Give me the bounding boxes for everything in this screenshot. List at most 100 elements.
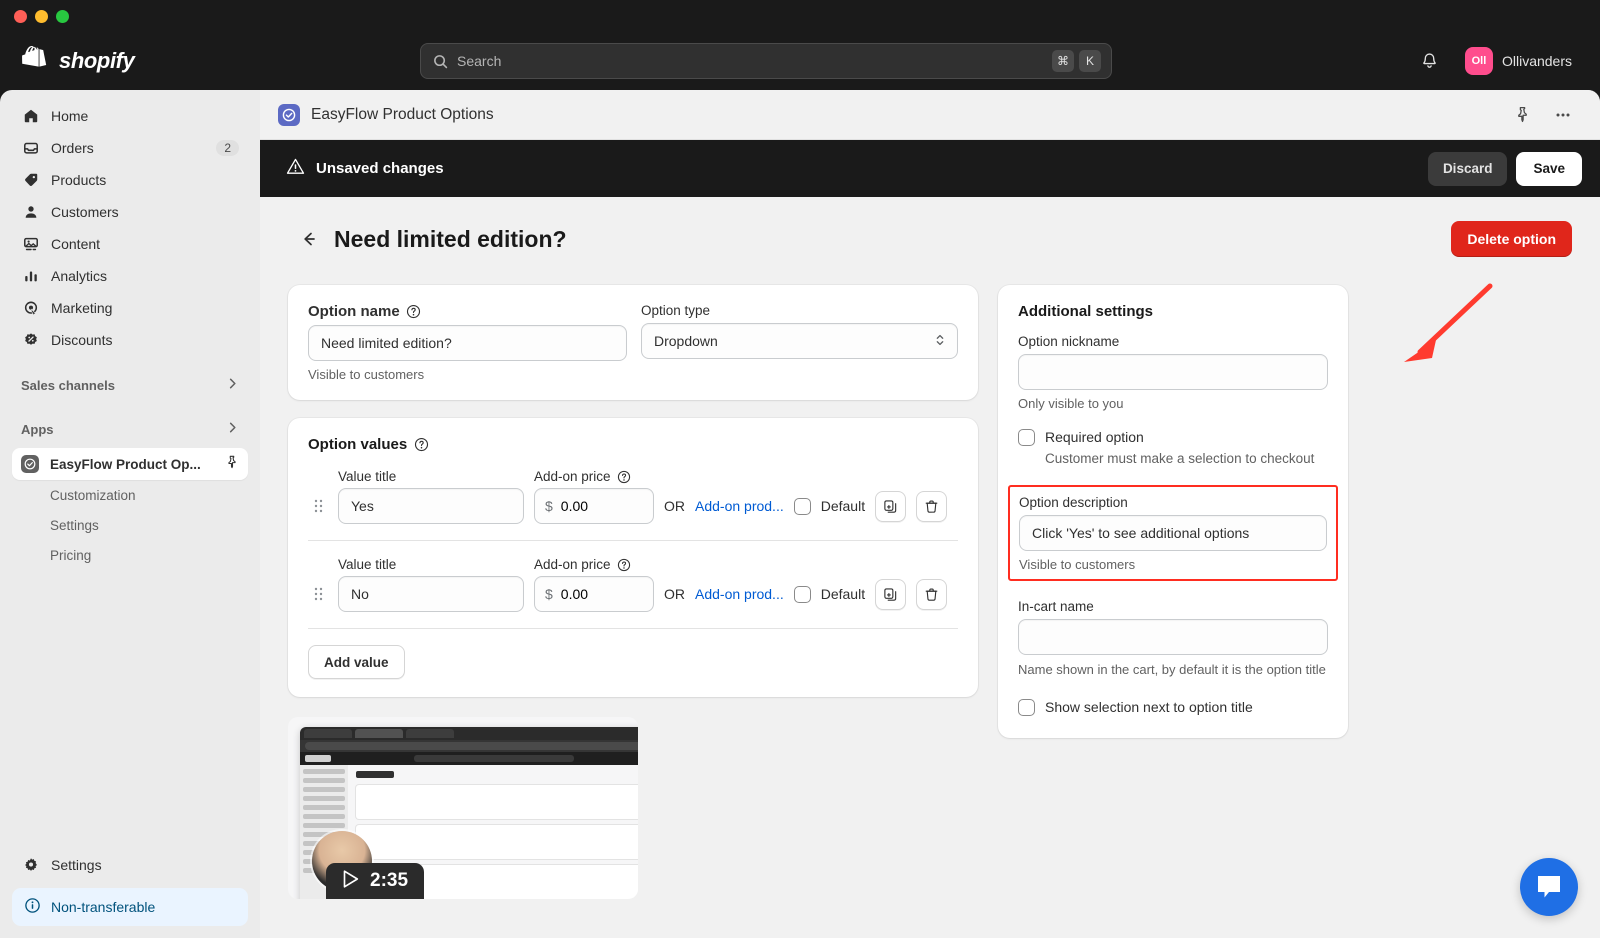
page-scroll-region[interactable]: Need limited edition? Delete option Opti…: [260, 197, 1600, 938]
sidebar-item-marketing[interactable]: Marketing: [12, 292, 248, 323]
sidebar-item-content[interactable]: Content: [12, 228, 248, 259]
app-title: EasyFlow Product Options: [311, 105, 494, 123]
sidebar-item-discounts[interactable]: Discounts: [12, 324, 248, 355]
sidebar-item-label: Settings: [51, 856, 102, 873]
addon-price-input[interactable]: $ 0.00: [534, 576, 654, 612]
sidebar-item-analytics[interactable]: Analytics: [12, 260, 248, 291]
show-selection-group: Show selection next to option title: [1018, 699, 1328, 717]
sidebar-item-products[interactable]: Products: [12, 164, 248, 195]
page-title: Need limited edition?: [334, 225, 567, 252]
question-circle-icon[interactable]: [617, 557, 632, 572]
question-circle-icon[interactable]: [617, 469, 632, 484]
sidebar-item-label: Customers: [51, 203, 119, 220]
sidebar-group-apps[interactable]: Apps: [12, 414, 248, 444]
window-maximize-button[interactable]: [56, 9, 69, 23]
home-icon: [21, 108, 40, 124]
save-button[interactable]: Save: [1516, 151, 1582, 186]
non-transferable-banner[interactable]: Non-transferable: [12, 888, 248, 926]
option-values-title-row: Option values: [308, 436, 958, 453]
question-circle-icon[interactable]: [406, 304, 421, 319]
avatar: Oll: [1464, 47, 1493, 75]
tutorial-video-thumbnail[interactable]: 2:35: [288, 717, 638, 899]
addon-price-header: Add-on price: [534, 469, 611, 484]
customers-person-icon: [21, 204, 40, 220]
option-values-card: Option values Value title Add-on price Y…: [288, 418, 978, 697]
option-name-label: Option name: [308, 303, 400, 320]
non-transferable-label: Non-transferable: [51, 899, 156, 915]
option-nickname-label: Option nickname: [1018, 334, 1120, 349]
sidebar-item-orders[interactable]: Orders 2: [12, 132, 248, 163]
right-column: Additional settings Option nickname Only…: [998, 285, 1348, 739]
sidebar-subitem-customization[interactable]: Customization: [12, 480, 248, 510]
drag-handle-icon[interactable]: [308, 586, 328, 602]
chat-widget-button[interactable]: [1520, 858, 1578, 916]
account-menu-button[interactable]: Oll Ollivanders: [1461, 43, 1582, 79]
video-play-badge[interactable]: 2:35: [326, 863, 425, 899]
option-value-block: Value title Add-on price: [308, 557, 958, 612]
option-type-select[interactable]: Dropdown: [641, 323, 958, 359]
sidebar-app-label: EasyFlow Product Op...: [50, 456, 201, 472]
option-description-input[interactable]: Click 'Yes' to see additional options: [1019, 514, 1327, 551]
add-value-button[interactable]: Add value: [308, 645, 405, 679]
required-option-row[interactable]: Required option: [1018, 429, 1328, 446]
video-browser-urlbar: [300, 740, 638, 752]
account-name: Ollivanders: [1501, 53, 1572, 69]
option-type-value: Dropdown: [654, 333, 718, 349]
required-option-checkbox[interactable]: [1018, 429, 1035, 446]
addon-price-value: 0.00: [560, 498, 589, 514]
option-name-input[interactable]: Need limited edition?: [308, 325, 627, 361]
required-option-helper: Customer must make a selection to checko…: [1045, 451, 1315, 466]
shopify-top-bar: shopify Search ⌘ K Oll Ollivanders: [0, 32, 1600, 90]
sidebar-group-sales-channels[interactable]: Sales channels: [12, 370, 248, 400]
addon-product-link[interactable]: Add-on prod...: [695, 498, 784, 514]
drag-handle-icon[interactable]: [308, 498, 328, 514]
embedded-app-header: EasyFlow Product Options: [260, 90, 1600, 140]
window-minimize-button[interactable]: [35, 9, 48, 23]
video-browser-tabs: [300, 727, 638, 740]
window-close-button[interactable]: [14, 9, 27, 23]
global-search[interactable]: Search ⌘ K: [420, 43, 1112, 79]
addon-price-input[interactable]: $ 0.00: [534, 488, 654, 524]
sidebar-item-label: Analytics: [51, 267, 108, 284]
question-circle-icon[interactable]: [414, 437, 429, 452]
duplicate-icon[interactable]: [875, 578, 907, 610]
unsaved-message: Unsaved changes: [316, 160, 444, 177]
show-selection-row[interactable]: Show selection next to option title: [1018, 699, 1328, 717]
pin-icon[interactable]: [1507, 100, 1537, 130]
trash-icon[interactable]: [916, 578, 948, 610]
in-cart-name-input[interactable]: [1018, 618, 1328, 655]
duplicate-icon[interactable]: [875, 490, 907, 522]
option-description-highlight: Option description Click 'Yes' to see ad…: [1008, 484, 1338, 581]
shopify-bag-icon: [22, 45, 47, 67]
sidebar-item-home[interactable]: Home: [12, 100, 248, 131]
more-horizontal-icon[interactable]: [1548, 100, 1578, 130]
option-nickname-input[interactable]: [1018, 354, 1328, 390]
trash-icon[interactable]: [916, 490, 948, 522]
unsaved-changes-bar: Unsaved changes Discard Save: [260, 140, 1600, 197]
search-input[interactable]: Search ⌘ K: [420, 43, 1112, 79]
shopify-logo[interactable]: shopify: [0, 45, 420, 77]
currency-symbol: $: [545, 498, 553, 514]
sidebar-item-label: Content: [51, 235, 101, 252]
pin-icon[interactable]: [225, 455, 239, 474]
discard-button[interactable]: Discard: [1427, 151, 1508, 186]
sidebar-item-customers[interactable]: Customers: [12, 196, 248, 227]
default-checkbox[interactable]: [793, 585, 811, 603]
required-option-group: Required option Customer must make a sel…: [1018, 429, 1328, 469]
arrow-left-icon[interactable]: [296, 226, 322, 252]
addon-product-link[interactable]: Add-on prod...: [695, 586, 784, 602]
value-title-input[interactable]: No: [338, 576, 524, 612]
default-checkbox[interactable]: [793, 497, 811, 515]
show-selection-checkbox[interactable]: [1018, 699, 1035, 717]
products-tag-icon: [21, 172, 40, 188]
delete-option-button[interactable]: Delete option: [1451, 221, 1572, 257]
window-title-bar: [0, 0, 1600, 32]
sidebar-item-settings[interactable]: Settings: [12, 849, 248, 880]
chat-bubble-icon: [1538, 876, 1560, 898]
sidebar-item-easyflow-app[interactable]: EasyFlow Product Op...: [12, 448, 248, 480]
value-title-header: Value title: [338, 469, 397, 484]
value-title-input[interactable]: Yes: [338, 488, 524, 524]
sidebar-subitem-settings[interactable]: Settings: [12, 510, 248, 540]
sidebar-subitem-pricing[interactable]: Pricing: [12, 540, 248, 570]
notifications-button[interactable]: [1413, 44, 1447, 78]
